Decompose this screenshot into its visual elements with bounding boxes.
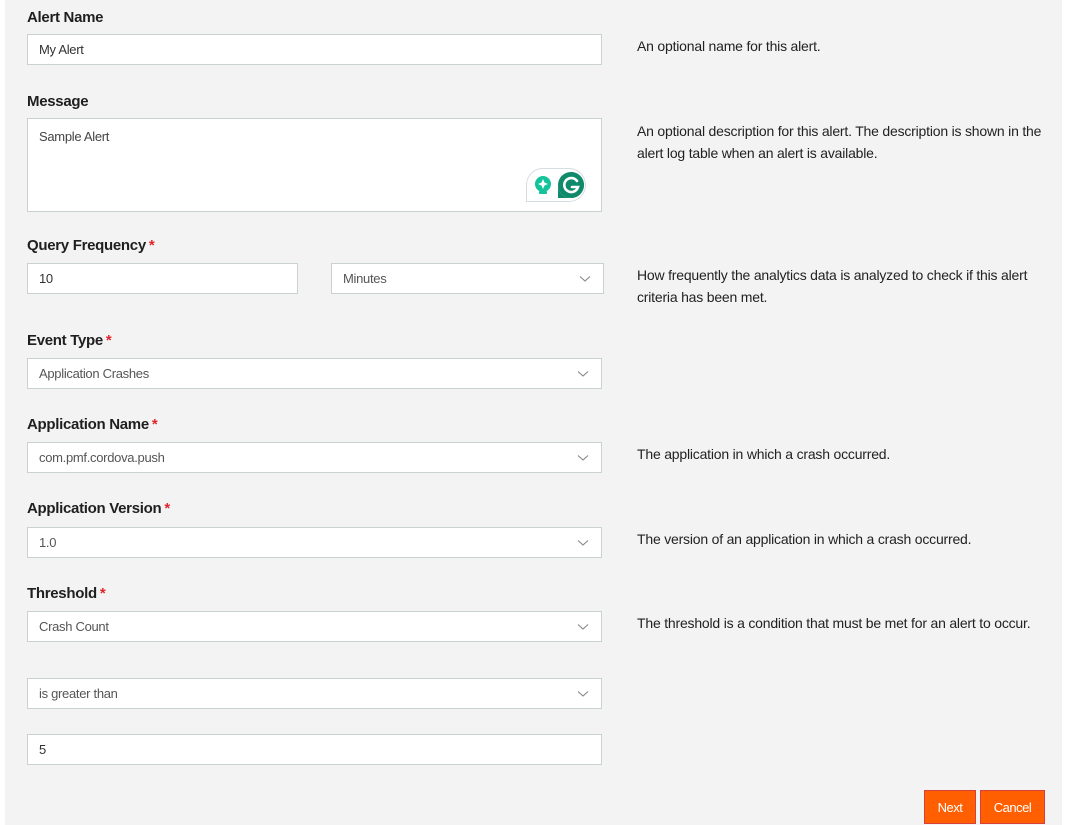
chevron-down-icon xyxy=(577,623,589,630)
threshold-operator-value: is greater than xyxy=(39,686,118,701)
chevron-down-icon xyxy=(577,370,589,377)
event-type-label: Event Type * xyxy=(27,332,112,349)
chevron-down-icon xyxy=(579,275,591,282)
application-name-label-text: Application Name xyxy=(27,416,149,433)
query-frequency-input[interactable]: 10 xyxy=(27,263,298,294)
threshold-value-input[interactable]: 5 xyxy=(27,734,602,765)
alert-form-panel: Alert Name My Alert An optional name for… xyxy=(5,0,1062,825)
message-textarea[interactable]: Sample Alert xyxy=(27,118,602,212)
alert-name-label-text: Alert Name xyxy=(27,9,104,26)
application-name-help: The application in which a crash occurre… xyxy=(637,446,891,462)
threshold-metric-value: Crash Count xyxy=(39,619,109,634)
application-name-label: Application Name * xyxy=(27,416,158,433)
chevron-down-icon xyxy=(577,454,589,461)
next-button[interactable]: Next xyxy=(924,790,976,824)
event-type-value: Application Crashes xyxy=(39,366,149,381)
message-help: An optional description for this alert. … xyxy=(637,123,1042,161)
alert-name-help: An optional name for this alert. xyxy=(637,38,821,54)
threshold-label-text: Threshold xyxy=(27,585,97,602)
query-frequency-label: Query Frequency * xyxy=(27,237,155,254)
query-frequency-unit-select[interactable]: Minutes xyxy=(331,263,604,294)
query-frequency-value: 10 xyxy=(39,271,53,286)
application-version-label: Application Version * xyxy=(27,500,170,517)
threshold-help: The threshold is a condition that must b… xyxy=(637,615,1031,631)
message-label: Message xyxy=(27,93,89,110)
required-asterisk: * xyxy=(164,500,170,517)
chevron-down-icon xyxy=(577,690,589,697)
application-version-label-text: Application Version xyxy=(27,500,162,517)
threshold-value: 5 xyxy=(39,742,46,757)
alert-name-label: Alert Name xyxy=(27,9,104,26)
required-asterisk: * xyxy=(151,416,158,433)
event-type-select[interactable]: Application Crashes xyxy=(27,358,602,389)
required-asterisk: * xyxy=(148,237,155,254)
application-name-value: com.pmf.cordova.push xyxy=(39,450,165,465)
chevron-down-icon xyxy=(577,539,589,546)
threshold-label: Threshold * xyxy=(27,585,106,602)
grammarly-icon xyxy=(558,172,584,198)
required-asterisk: * xyxy=(99,585,106,602)
application-version-value: 1.0 xyxy=(39,535,57,550)
threshold-operator-select[interactable]: is greater than xyxy=(27,678,602,709)
event-type-label-text: Event Type xyxy=(27,332,103,349)
lightbulb-icon xyxy=(535,176,551,194)
query-frequency-label-text: Query Frequency xyxy=(27,237,146,254)
message-label-text: Message xyxy=(27,93,89,110)
application-version-select[interactable]: 1.0 xyxy=(27,527,602,558)
grammarly-widget-graphic xyxy=(535,172,584,198)
query-frequency-help: How frequently the analytics data is ana… xyxy=(637,267,1028,305)
threshold-metric-select[interactable]: Crash Count xyxy=(27,611,602,642)
query-frequency-unit-value: Minutes xyxy=(343,271,387,286)
alert-name-value: My Alert xyxy=(39,42,84,57)
application-name-select[interactable]: com.pmf.cordova.push xyxy=(27,442,602,473)
message-value: Sample Alert xyxy=(39,129,110,144)
alert-name-input[interactable]: My Alert xyxy=(27,34,602,65)
required-asterisk: * xyxy=(105,332,112,349)
grammarly-widget[interactable] xyxy=(526,168,586,202)
cancel-button[interactable]: Cancel xyxy=(980,790,1045,824)
application-version-help: The version of an application in which a… xyxy=(637,531,972,547)
